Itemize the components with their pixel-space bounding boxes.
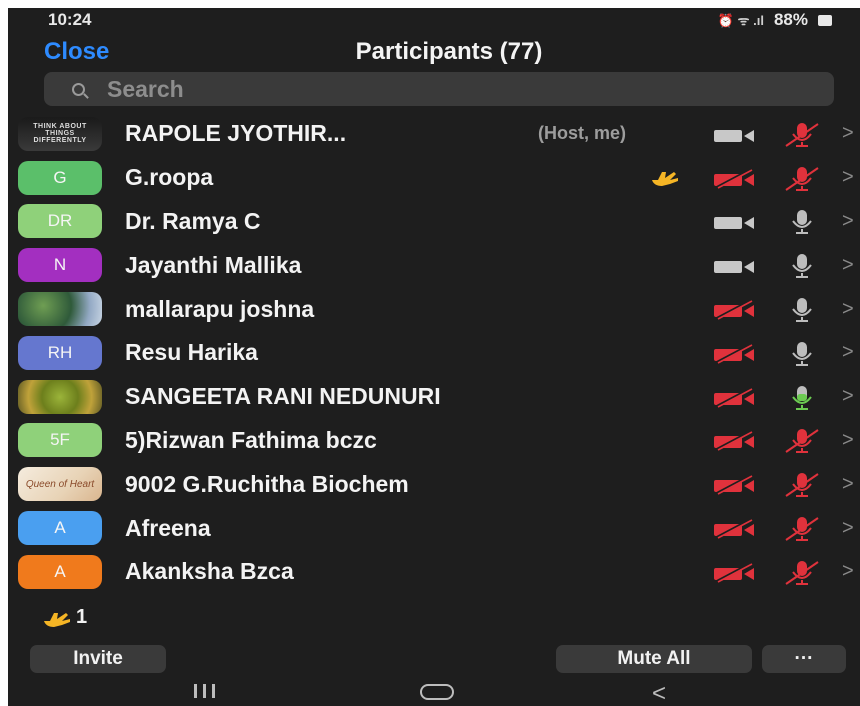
video-off-icon xyxy=(710,168,760,190)
raised-hands-summary: 1 xyxy=(40,606,87,629)
mic-icon xyxy=(784,207,820,235)
chevron-right-icon: > xyxy=(842,166,854,189)
video-on-icon xyxy=(710,124,760,144)
search-input[interactable] xyxy=(107,75,707,103)
mic-icon xyxy=(784,339,820,367)
avatar: RH xyxy=(18,335,102,370)
participant-row[interactable]: Queen of Heart 9002 G.Ruchitha Biochem > xyxy=(8,462,860,506)
recents-icon[interactable] xyxy=(194,684,215,698)
chevron-right-icon: > xyxy=(842,253,854,276)
chevron-right-icon: > xyxy=(842,209,854,232)
mic-icon xyxy=(784,295,820,323)
avatar: Queen of Heart xyxy=(18,467,102,502)
avatar xyxy=(18,292,102,327)
participant-row[interactable]: SANGEETA RANI NEDUNURI > xyxy=(8,375,860,419)
avatar: DR xyxy=(18,204,102,239)
avatar: THINK ABOUT THINGS DIFFERENTLY xyxy=(18,116,102,151)
mic-muted-icon xyxy=(784,426,820,454)
participant-name: RAPOLE JYOTHIR... xyxy=(125,120,347,147)
chevron-right-icon: > xyxy=(842,385,854,408)
invite-button[interactable]: Invite xyxy=(30,645,166,673)
participant-name: SANGEETA RANI NEDUNURI xyxy=(125,383,441,410)
chevron-right-icon: > xyxy=(842,516,854,539)
video-off-icon xyxy=(710,562,760,584)
mic-icon xyxy=(784,251,820,279)
chevron-right-icon: > xyxy=(842,122,854,145)
battery-percent: 88% xyxy=(773,10,808,29)
status-bar: 10:24 ⏰ ᯤ .ıl 88% xyxy=(8,8,860,32)
mic-muted-icon xyxy=(784,164,820,192)
participant-name: 5)Rizwan Fathima bczc xyxy=(125,426,377,453)
mic-muted-icon xyxy=(784,120,820,148)
status-time: 10:24 xyxy=(48,10,92,29)
video-off-icon xyxy=(710,299,760,321)
raised-hand-icon xyxy=(40,609,70,627)
avatar: 5F xyxy=(18,423,102,458)
avatar: G xyxy=(18,160,102,195)
chevron-right-icon: > xyxy=(842,297,854,320)
participant-name: Resu Harika xyxy=(125,339,258,366)
alarm-wifi-signal-icons: ⏰ ᯤ .ıl xyxy=(717,13,764,28)
zoom-participants-screen: 10:24 ⏰ ᯤ .ıl 88% Close Participants (77… xyxy=(8,8,860,706)
video-on-icon xyxy=(710,211,760,231)
header: Close Participants (77) xyxy=(8,34,860,74)
battery-icon xyxy=(818,14,832,26)
avatar: A xyxy=(18,511,102,546)
avatar xyxy=(18,379,102,414)
chevron-right-icon: > xyxy=(842,428,854,451)
search-icon xyxy=(72,82,85,96)
video-on-icon xyxy=(710,255,760,275)
participant-name: 9002 G.Ruchitha Biochem xyxy=(125,470,409,497)
home-icon[interactable] xyxy=(420,684,454,700)
avatar: N xyxy=(18,248,102,283)
host-tag: (Host, me) xyxy=(538,123,627,144)
video-off-icon xyxy=(710,387,760,408)
mic-muted-icon xyxy=(784,514,820,542)
participant-row[interactable]: mallarapu joshna > xyxy=(8,287,860,331)
video-off-icon xyxy=(710,474,760,496)
video-off-icon xyxy=(710,518,760,540)
more-options-button[interactable]: ··· xyxy=(762,645,846,673)
page-title: Participants (77) xyxy=(355,38,543,65)
avatar: A xyxy=(18,554,102,589)
mic-muted-icon xyxy=(784,470,820,498)
chevron-right-icon: > xyxy=(842,472,854,495)
participant-name: Jayanthi Mallika xyxy=(125,251,302,278)
participant-list: THINK ABOUT THINGS DIFFERENTLY RAPOLE JY… xyxy=(8,112,860,594)
participant-row[interactable]: A Akanksha Bzca > xyxy=(8,550,860,594)
participant-row[interactable]: RH Resu Harika > xyxy=(8,331,860,375)
search-bar[interactable] xyxy=(44,72,834,106)
chevron-right-icon: > xyxy=(842,341,854,364)
chevron-right-icon: > xyxy=(842,560,854,583)
participant-row[interactable]: N Jayanthi Mallika > xyxy=(8,243,860,287)
raised-hands-count: 1 xyxy=(76,606,88,628)
participant-row[interactable]: A Afreena > xyxy=(8,506,860,550)
android-nav-bar: < xyxy=(8,680,860,706)
back-icon[interactable]: < xyxy=(652,680,666,706)
mute-all-button[interactable]: Mute All xyxy=(556,645,752,673)
video-off-icon xyxy=(710,343,760,365)
participant-name: mallarapu joshna xyxy=(125,295,315,322)
participant-row[interactable]: THINK ABOUT THINGS DIFFERENTLY RAPOLE JY… xyxy=(8,112,860,156)
participant-name: Dr. Ramya C xyxy=(125,207,261,234)
mic-muted-icon xyxy=(784,558,820,586)
participant-name: Akanksha Bzca xyxy=(125,558,294,585)
participant-row[interactable]: G G.roopa > xyxy=(8,156,860,200)
raised-hand-icon xyxy=(648,168,684,188)
video-off-icon xyxy=(710,430,760,452)
participant-row[interactable]: 5F 5)Rizwan Fathima bczc > xyxy=(8,419,860,463)
participant-row[interactable]: DR Dr. Ramya C > xyxy=(8,200,860,244)
mic-speaking-icon xyxy=(784,383,820,411)
participant-name: G.roopa xyxy=(125,164,214,191)
status-icons: ⏰ ᯤ .ıl 88% xyxy=(718,10,832,30)
participant-name: Afreena xyxy=(125,514,211,541)
